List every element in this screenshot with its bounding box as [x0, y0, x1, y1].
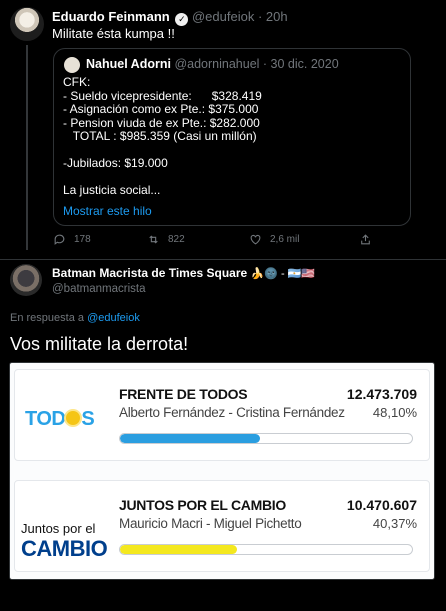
- attached-image-results[interactable]: TOD S FRENTE DE TODOS Alberto Fernández -…: [9, 362, 435, 580]
- quoted-tweet[interactable]: Nahuel Adorni @adorninahuel · 30 dic. 20…: [53, 48, 411, 226]
- quoted-avatar: [64, 57, 80, 73]
- quoted-line: - Pension viuda de ex Pte.: $282.000: [63, 115, 260, 130]
- jxc-logo-top: Juntos por el: [21, 521, 96, 536]
- reply-to-handle[interactable]: @edufeiok: [87, 312, 140, 324]
- quoted-line: La justicia social...: [63, 183, 161, 197]
- quoted-text: CFK: - Sueldo vicepresidente: $328.419 -…: [63, 75, 262, 198]
- share-button[interactable]: [359, 233, 372, 246]
- author-name[interactable]: Eduardo Feinmann: [52, 9, 170, 24]
- quoted-author-name: Nahuel Adorni: [86, 57, 171, 71]
- thread-connector-line: [26, 45, 28, 250]
- reply-button[interactable]: 178: [53, 233, 91, 246]
- like-count: 2,6 mil: [270, 234, 300, 245]
- quoted-line: - Asignación como ex Pte.: $375.000: [63, 102, 259, 116]
- show-thread-link[interactable]: Mostrar este hilo: [63, 204, 152, 218]
- quoted-line: - Sueldo vicepresidente: $328.419: [63, 88, 262, 103]
- retweet-icon: [149, 235, 158, 244]
- vote-bar-fill: [120, 434, 261, 443]
- vote-percent: 40,37%: [372, 516, 417, 531]
- tweet-header: Eduardo Feinmann ✓ @edufeiok · 20h: [52, 9, 288, 26]
- quoted-header: Nahuel Adorni @adorninahuel · 30 dic. 20…: [86, 57, 339, 71]
- reply-author-name-text: Batman Macrista de Times Square: [52, 266, 248, 280]
- party-name: JUNTOS POR EL CAMBIO: [119, 497, 286, 513]
- todos-logo: TOD S: [25, 408, 95, 430]
- tweet-divider: [0, 259, 446, 260]
- reply-icon: [54, 234, 65, 245]
- quoted-author-handle: @adorninahuel: [174, 57, 260, 71]
- retweet-button[interactable]: 822: [147, 233, 185, 246]
- quoted-date: · 30 dic. 2020: [262, 57, 339, 71]
- tweet-text: Militate ésta kumpa !!: [52, 26, 175, 41]
- reply-name-emoji: 🍌🌚 - 🇦🇷🇺🇸: [250, 268, 316, 280]
- avatar[interactable]: [10, 7, 44, 41]
- tweet-actions: 178 822 2,6 mil: [53, 233, 393, 247]
- tweet-time[interactable]: · 20h: [258, 9, 288, 24]
- result-row-juntos-por-el-cambio: Juntos por el CAMBIO JUNTOS POR EL CAMBI…: [14, 480, 430, 572]
- jxc-logo-bottom: CAMBIO: [21, 536, 108, 561]
- quoted-line: -Jubilados: $19.000: [63, 156, 168, 170]
- quoted-line: [63, 171, 262, 185]
- author-handle[interactable]: @edufeiok: [192, 9, 254, 24]
- reply-text: Vos militate la derrota!: [10, 334, 189, 354]
- tweet-main[interactable]: Eduardo Feinmann ✓ @edufeiok · 20h Milit…: [0, 0, 446, 258]
- vote-count: 10.470.607: [346, 497, 417, 513]
- quoted-line: TOTAL : $985.359 (Casi un millón): [63, 129, 257, 143]
- reply-prefix: En respuesta a: [10, 312, 84, 324]
- retweet-count: 822: [168, 234, 185, 245]
- vote-bar: [119, 433, 413, 444]
- result-row-frente-de-todos: TOD S FRENTE DE TODOS Alberto Fernández -…: [14, 369, 430, 461]
- vote-percent: 48,10%: [372, 405, 417, 420]
- reply-count: 178: [74, 234, 91, 245]
- reply-avatar[interactable]: [10, 264, 42, 296]
- in-reply-to: En respuesta a @edufeiok: [10, 312, 140, 324]
- like-button[interactable]: 2,6 mil: [249, 233, 299, 246]
- verified-icon: ✓: [175, 13, 189, 26]
- like-icon: [250, 234, 261, 245]
- vote-bar-fill: [120, 545, 237, 554]
- reply-author-handle[interactable]: @batmanmacrista: [52, 283, 145, 295]
- vote-bar: [119, 544, 413, 555]
- candidates: Alberto Fernández - Cristina Fernández: [119, 405, 345, 420]
- vote-count: 12.473.709: [346, 386, 417, 402]
- quoted-line: [63, 144, 262, 158]
- candidates: Mauricio Macri - Miguel Pichetto: [119, 516, 302, 531]
- quoted-line: CFK:: [63, 75, 91, 89]
- sun-icon: [66, 411, 81, 425]
- share-icon: [361, 234, 370, 245]
- party-name: FRENTE DE TODOS: [119, 386, 248, 402]
- reply-author-name[interactable]: Batman Macrista de Times Square 🍌🌚 - 🇦🇷🇺…: [52, 266, 315, 280]
